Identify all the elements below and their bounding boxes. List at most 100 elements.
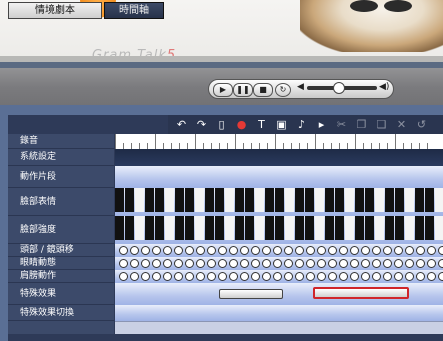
new-page-icon[interactable]: ▯: [214, 117, 229, 132]
keyframe-circle[interactable]: [427, 259, 436, 268]
keyframe-marker[interactable]: [205, 188, 214, 212]
keyframe-circle[interactable]: [262, 246, 271, 255]
keyframe-circle[interactable]: [163, 272, 172, 281]
paste-icon[interactable]: ❑: [374, 117, 389, 132]
keyframe-circle[interactable]: [229, 246, 238, 255]
keyframe-marker[interactable]: [315, 188, 324, 212]
keyframe-marker[interactable]: [315, 216, 324, 240]
keyframe-marker[interactable]: [165, 216, 174, 240]
keyframe-circle[interactable]: [339, 272, 348, 281]
keyframe-circle[interactable]: [394, 246, 403, 255]
keyframe-circle[interactable]: [141, 259, 150, 268]
keyframe-circle[interactable]: [295, 246, 304, 255]
keyframe-circle[interactable]: [130, 272, 139, 281]
keyframe-marker[interactable]: [325, 188, 334, 212]
keyframe-circle[interactable]: [174, 246, 183, 255]
keyframe-circle[interactable]: [218, 259, 227, 268]
keyframe-marker[interactable]: [225, 216, 234, 240]
keyframe-marker[interactable]: [185, 216, 194, 240]
track-row[interactable]: [115, 188, 443, 217]
keyframe-marker[interactable]: [325, 216, 334, 240]
keyframe-circle[interactable]: [196, 259, 205, 268]
track-row[interactable]: [115, 283, 443, 306]
keyframe-marker[interactable]: [385, 216, 394, 240]
keyframe-circle[interactable]: [185, 246, 194, 255]
keyframe-circle[interactable]: [273, 259, 282, 268]
keyframe-circle[interactable]: [218, 246, 227, 255]
keyframe-circle[interactable]: [119, 272, 128, 281]
keyframe-marker[interactable]: [145, 216, 154, 240]
text-icon[interactable]: T: [254, 117, 269, 132]
keyframe-circle[interactable]: [152, 272, 161, 281]
keyframe-marker[interactable]: [375, 188, 384, 212]
track-row[interactable]: [115, 305, 443, 322]
keyframe-circle[interactable]: [240, 259, 249, 268]
record-icon[interactable]: ●: [234, 117, 249, 132]
keyframe-circle[interactable]: [427, 272, 436, 281]
keyframe-circle[interactable]: [372, 259, 381, 268]
keyframe-circle[interactable]: [416, 259, 425, 268]
track-row[interactable]: [115, 270, 443, 284]
music-icon[interactable]: ♪: [294, 117, 309, 132]
keyframe-circle[interactable]: [185, 259, 194, 268]
track-row[interactable]: [115, 166, 443, 189]
keyframe-circle[interactable]: [405, 272, 414, 281]
track-row[interactable]: [115, 244, 443, 258]
keyframe-marker[interactable]: [275, 216, 284, 240]
keyframe-circle[interactable]: [383, 246, 392, 255]
keyframe-marker[interactable]: [415, 216, 424, 240]
keyframe-circle[interactable]: [405, 246, 414, 255]
keyframe-marker[interactable]: [385, 188, 394, 212]
keyframe-marker[interactable]: [175, 216, 184, 240]
keyframe-circle[interactable]: [405, 259, 414, 268]
keyframe-circle[interactable]: [394, 259, 403, 268]
keyframe-marker[interactable]: [375, 216, 384, 240]
stop-button[interactable]: ■: [253, 83, 273, 97]
image-icon[interactable]: ▣: [274, 117, 289, 132]
keyframe-circle[interactable]: [317, 259, 326, 268]
refresh-icon[interactable]: ↺: [414, 117, 429, 132]
tab-timeline[interactable]: 時間軸: [104, 2, 164, 19]
keyframe-marker[interactable]: [265, 188, 274, 212]
keyframe-circle[interactable]: [361, 259, 370, 268]
keyframe-circle[interactable]: [119, 246, 128, 255]
keyframe-marker[interactable]: [305, 188, 314, 212]
keyframe-circle[interactable]: [383, 272, 392, 281]
keyframe-marker[interactable]: [155, 216, 164, 240]
keyframe-marker[interactable]: [275, 188, 284, 212]
pause-button[interactable]: ❚❚: [233, 83, 253, 97]
track-row[interactable]: [115, 134, 443, 150]
keyframe-circle[interactable]: [284, 259, 293, 268]
volume-knob[interactable]: [333, 82, 345, 94]
keyframe-marker[interactable]: [255, 216, 264, 240]
keyframe-circle[interactable]: [427, 246, 436, 255]
selected-effect-clip[interactable]: [313, 287, 409, 299]
keyframe-circle[interactable]: [339, 259, 348, 268]
keyframe-circle[interactable]: [438, 259, 443, 268]
redo-icon[interactable]: ↷: [194, 117, 209, 132]
keyframe-marker[interactable]: [225, 188, 234, 212]
keyframe-circle[interactable]: [141, 246, 150, 255]
keyframe-circle[interactable]: [119, 259, 128, 268]
keyframe-marker[interactable]: [405, 216, 414, 240]
scissors-icon[interactable]: ✂: [334, 117, 349, 132]
keyframe-circle[interactable]: [383, 259, 392, 268]
keyframe-marker[interactable]: [395, 216, 404, 240]
keyframe-circle[interactable]: [295, 272, 304, 281]
cursor-icon[interactable]: ▸: [314, 117, 329, 132]
keyframe-circle[interactable]: [306, 259, 315, 268]
keyframe-circle[interactable]: [438, 246, 443, 255]
keyframe-circle[interactable]: [152, 246, 161, 255]
keyframe-circle[interactable]: [284, 246, 293, 255]
track-row[interactable]: [115, 257, 443, 271]
keyframe-circle[interactable]: [284, 272, 293, 281]
keyframe-circle[interactable]: [240, 246, 249, 255]
keyframe-marker[interactable]: [335, 216, 344, 240]
keyframe-marker[interactable]: [295, 188, 304, 212]
keyframe-circle[interactable]: [163, 246, 172, 255]
keyframe-circle[interactable]: [394, 272, 403, 281]
keyframe-circle[interactable]: [130, 246, 139, 255]
delete-icon[interactable]: ✕: [394, 117, 409, 132]
keyframe-marker[interactable]: [125, 216, 134, 240]
keyframe-marker[interactable]: [415, 188, 424, 212]
